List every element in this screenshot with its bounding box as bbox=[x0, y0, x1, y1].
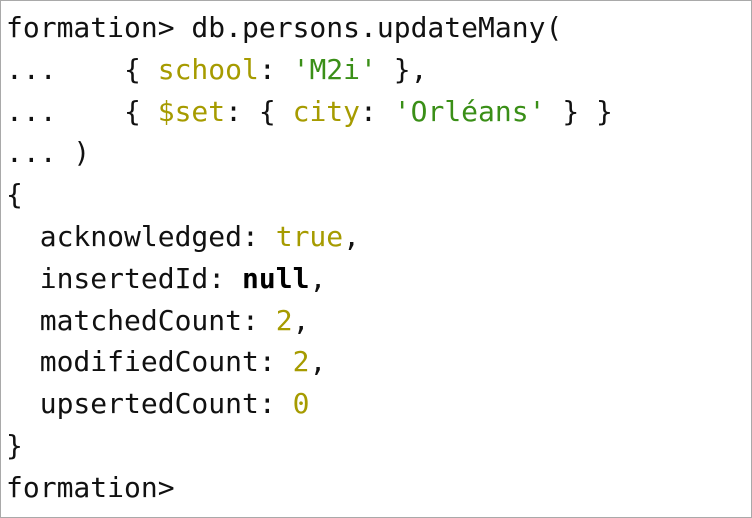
token-kw: 0 bbox=[292, 387, 310, 421]
token-plain: formation> bbox=[6, 470, 175, 504]
terminal-line: modifiedCount: 2, bbox=[6, 341, 751, 383]
token-plain: }, bbox=[376, 52, 428, 86]
token-kw: true bbox=[275, 219, 344, 253]
terminal-line: matchedCount: 2, bbox=[6, 300, 751, 342]
token-plain: upsertedCount: bbox=[6, 387, 293, 421]
token-plain: insertedId: bbox=[6, 261, 243, 295]
prompt-line[interactable]: formation> bbox=[6, 467, 751, 509]
token-plain: : bbox=[360, 94, 394, 128]
token-kw: $set bbox=[157, 94, 226, 128]
token-bold: null bbox=[242, 261, 310, 295]
mongosh-terminal[interactable]: ¯ formation> db.persons.updateMany( ... {… bbox=[0, 0, 752, 518]
token-plain: : bbox=[258, 52, 293, 86]
terminal-line: ... { school: 'M2i' }, bbox=[6, 49, 751, 91]
token-plain: : { bbox=[225, 94, 293, 128]
token-plain: } bbox=[6, 428, 23, 462]
terminal-line: } bbox=[6, 425, 751, 467]
token-kw: 2 bbox=[292, 345, 310, 379]
token-kw: city bbox=[292, 94, 361, 128]
terminal-line: { bbox=[6, 174, 751, 216]
token-str: 'Orléans' bbox=[393, 94, 546, 128]
terminal-output: formation> db.persons.updateMany( ... { s… bbox=[6, 7, 751, 509]
terminal-line: formation> db.persons.updateMany( bbox=[6, 7, 751, 49]
token-plain: , bbox=[309, 261, 327, 295]
terminal-line: upsertedCount: 0 bbox=[6, 383, 751, 425]
token-plain: , bbox=[292, 303, 310, 337]
token-plain: ... ) bbox=[6, 136, 91, 170]
token-plain: ... { bbox=[6, 94, 158, 128]
terminal-line: ... { $set: { city: 'Orléans' } } bbox=[6, 91, 751, 133]
token-plain: , bbox=[309, 345, 327, 379]
cutoff-glyph: ¯ bbox=[6, 1, 20, 3]
token-plain: , bbox=[343, 219, 361, 253]
token-plain: matchedCount: bbox=[6, 303, 276, 337]
token-kw: 2 bbox=[275, 303, 293, 337]
terminal-line: acknowledged: true, bbox=[6, 216, 751, 258]
token-plain: } } bbox=[545, 94, 613, 128]
token-plain: ... { bbox=[6, 52, 158, 86]
terminal-line: ... ) bbox=[6, 132, 751, 174]
token-plain: acknowledged: bbox=[6, 219, 276, 253]
terminal-line: insertedId: null, bbox=[6, 258, 751, 300]
token-plain: modifiedCount: bbox=[6, 345, 293, 379]
token-plain: formation> db.persons.updateMany( bbox=[6, 11, 563, 44]
token-kw: school bbox=[157, 52, 259, 86]
token-str: 'M2i' bbox=[292, 52, 377, 86]
token-plain: { bbox=[6, 178, 23, 212]
